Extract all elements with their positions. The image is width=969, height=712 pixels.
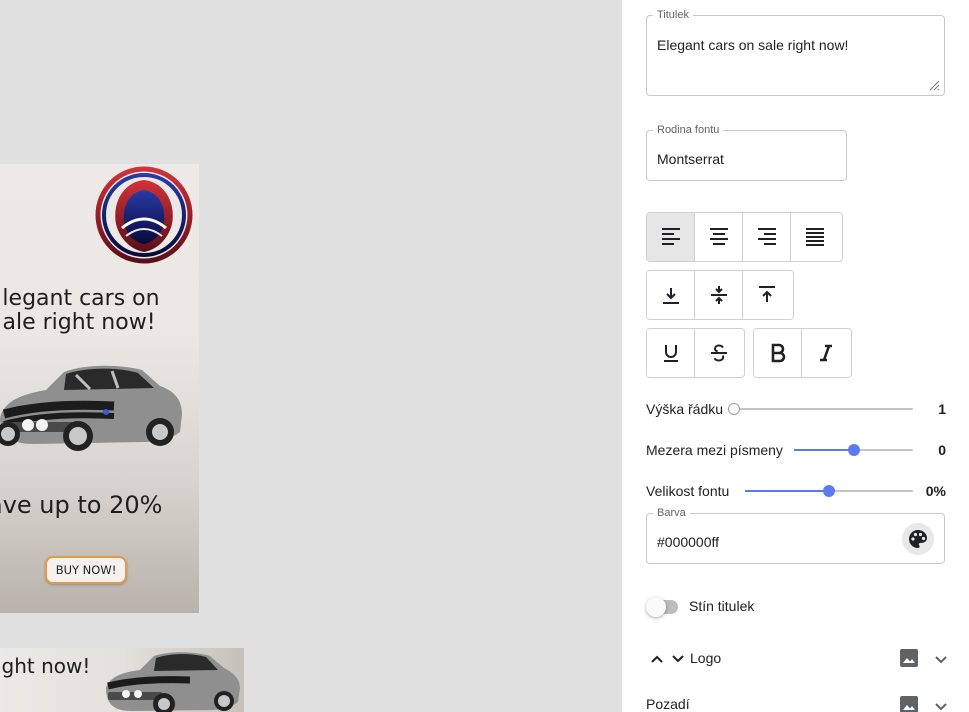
font-size-row: Velikost fontu 0% — [646, 479, 946, 503]
font-size-label: Velikost fontu — [646, 483, 730, 499]
line-height-value: 1 — [938, 401, 946, 417]
bold-icon — [771, 343, 785, 363]
color-field-value[interactable]: #000000ff — [657, 534, 719, 550]
title-field-value[interactable]: Elegant cars on sale right now! — [657, 37, 848, 53]
canvas-area: legant cars on ale right now! ave up to … — [0, 0, 622, 712]
title-shadow-toggle[interactable] — [646, 597, 682, 617]
title-field-label: Titulek — [653, 8, 693, 22]
text-style-group — [753, 328, 852, 378]
align-center-icon — [709, 228, 728, 245]
expand-icon[interactable] — [934, 653, 948, 667]
text-align-group — [646, 212, 843, 262]
font-family-label: Rodina fontu — [653, 123, 724, 137]
line-height-slider-thumb[interactable] — [728, 403, 740, 415]
font-family-field[interactable]: Rodina fontu Montserrat — [646, 123, 847, 181]
vertical-align-group — [646, 270, 794, 320]
color-picker-button[interactable] — [902, 523, 934, 555]
align-left-icon — [661, 228, 680, 245]
move-down-icon[interactable] — [671, 652, 685, 666]
line-height-slider[interactable] — [728, 403, 913, 415]
align-justify-button[interactable] — [791, 213, 839, 261]
text-decoration-group — [646, 328, 745, 378]
font-size-slider-fill — [745, 490, 829, 492]
align-right-button[interactable] — [743, 213, 791, 261]
properties-panel: Titulek Elegant cars on sale right now! … — [622, 0, 969, 712]
toggle-thumb — [646, 597, 666, 617]
font-family-value[interactable]: Montserrat — [657, 151, 724, 167]
car-image-small — [106, 652, 240, 712]
color-field-label: Barva — [653, 506, 690, 520]
line-height-label: Výška řádku — [646, 401, 724, 417]
resize-handle-icon[interactable] — [928, 79, 940, 91]
banner-subline: ave up to 20% — [0, 491, 163, 519]
logo-section-header[interactable]: Logo — [646, 640, 966, 676]
underline-button[interactable] — [647, 329, 695, 377]
banner-preview-wide[interactable]: ight now! — [0, 648, 244, 712]
strikethrough-button[interactable] — [695, 329, 743, 377]
align-right-icon — [757, 228, 776, 245]
align-top-icon — [759, 286, 775, 302]
letter-spacing-slider-thumb[interactable] — [847, 444, 860, 456]
italic-button[interactable] — [802, 329, 850, 377]
image-icon[interactable] — [900, 696, 918, 712]
letter-spacing-row: Mezera mezi písmeny 0 — [646, 438, 946, 462]
align-left-button[interactable] — [647, 213, 695, 261]
banner-headline-line2: ale right now! — [2, 310, 156, 335]
buy-now-button[interactable]: BUY NOW! — [45, 556, 127, 584]
wide-banner-text: ight now! — [0, 654, 91, 678]
brand-logo — [95, 166, 193, 264]
background-section-label: Pozadí — [646, 696, 690, 712]
title-field[interactable]: Titulek Elegant cars on sale right now! — [646, 8, 945, 96]
bold-button[interactable] — [754, 329, 802, 377]
align-center-button[interactable] — [695, 213, 743, 261]
banner-headline: legant cars on ale right now! — [0, 287, 188, 335]
underline-icon — [663, 345, 678, 362]
align-bottom-button[interactable] — [647, 271, 695, 319]
letter-spacing-slider[interactable] — [794, 444, 913, 456]
move-up-icon[interactable] — [650, 652, 664, 666]
font-size-value: 0% — [925, 483, 946, 499]
font-size-slider[interactable] — [745, 485, 913, 497]
palette-icon — [909, 530, 927, 548]
align-justify-icon — [806, 228, 824, 246]
align-middle-button[interactable] — [695, 271, 743, 319]
image-icon[interactable] — [900, 649, 918, 667]
expand-icon[interactable] — [934, 700, 948, 712]
background-section-header[interactable]: Pozadí — [646, 688, 966, 712]
letter-spacing-label: Mezera mezi písmeny — [646, 442, 783, 458]
align-top-button[interactable] — [743, 271, 791, 319]
line-height-row: Výška řádku 1 — [646, 397, 946, 421]
italic-icon — [820, 344, 832, 362]
font-size-slider-thumb[interactable] — [823, 485, 835, 497]
align-bottom-icon — [662, 288, 679, 304]
letter-spacing-slider-fill — [794, 449, 854, 451]
car-image — [0, 365, 182, 451]
letter-spacing-value: 0 — [938, 442, 946, 458]
title-shadow-label: Stín titulek — [689, 598, 755, 614]
logo-section-label: Logo — [690, 650, 722, 666]
color-field[interactable]: Barva #000000ff — [646, 506, 945, 564]
align-middle-icon — [710, 286, 727, 304]
strikethrough-icon — [711, 344, 727, 362]
banner-headline-line1: legant cars on — [2, 286, 160, 311]
